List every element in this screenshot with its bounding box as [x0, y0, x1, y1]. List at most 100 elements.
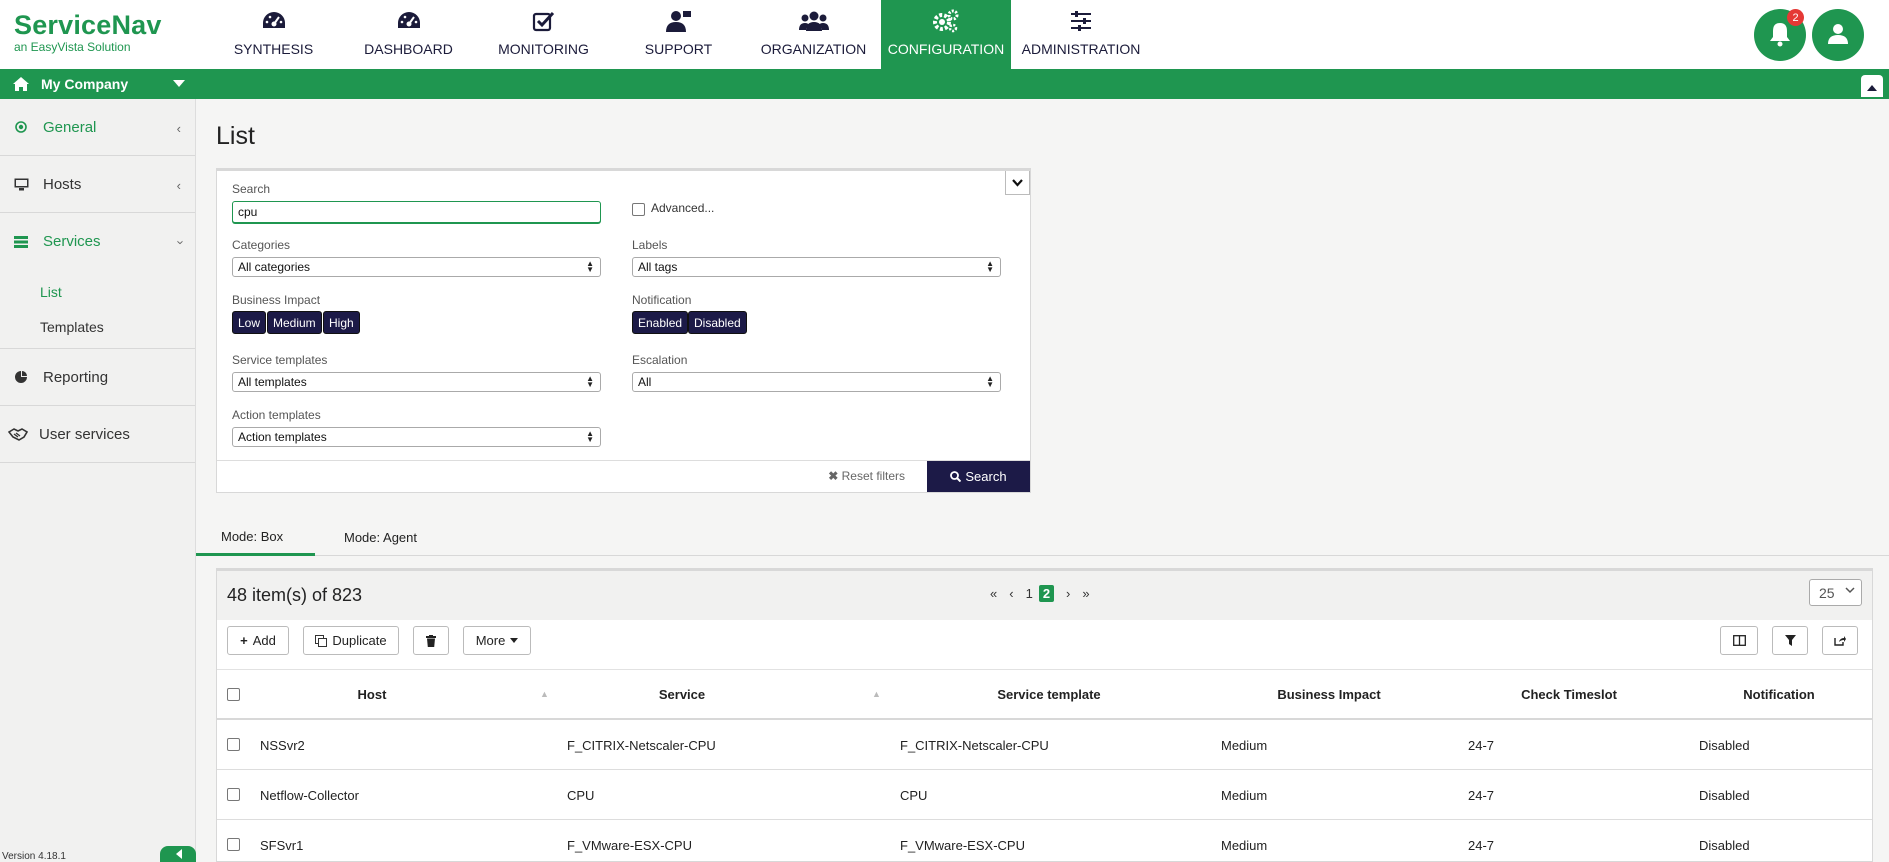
- notification-disabled-button[interactable]: Disabled: [688, 311, 747, 334]
- table-header-bar: 48 item(s) of 823 « ‹ 1 2 › » 25: [217, 571, 1872, 620]
- impact-low-button[interactable]: Low: [232, 311, 267, 334]
- search-button-label: Search: [965, 469, 1007, 484]
- delete-button[interactable]: [413, 626, 449, 655]
- user-menu-button[interactable]: [1812, 9, 1864, 61]
- row-checkbox[interactable]: [227, 738, 240, 751]
- add-button[interactable]: + Add: [227, 626, 289, 655]
- action-templates-select[interactable]: Action templates ▲ ▼: [232, 427, 601, 447]
- tab-mode-box[interactable]: Mode: Box: [196, 519, 315, 556]
- row-checkbox[interactable]: [227, 838, 240, 851]
- notification-enabled-button[interactable]: Enabled: [632, 311, 689, 334]
- notifications-button[interactable]: 2: [1754, 9, 1806, 61]
- support-user-icon: [665, 7, 693, 35]
- sidebar-item-label: Hosts: [43, 175, 82, 193]
- nav-support[interactable]: SUPPORT: [611, 0, 746, 69]
- cell-host: NSSvr2: [260, 737, 305, 753]
- tab-mode-agent[interactable]: Mode: Agent: [344, 519, 454, 556]
- categories-select[interactable]: All categories ▲ ▼: [232, 257, 601, 277]
- nav-dashboard[interactable]: DASHBOARD: [341, 0, 476, 69]
- column-header-notification[interactable]: Notification: [1689, 670, 1869, 719]
- cell-check-timeslot: 24-7: [1468, 787, 1495, 803]
- table-row[interactable]: Netflow-Collector CPU CPU Medium 24-7 Di…: [217, 770, 1872, 820]
- collapse-sidebar-button[interactable]: [160, 846, 196, 862]
- sidebar-item-hosts[interactable]: Hosts ‹: [0, 156, 195, 213]
- nav-administration[interactable]: ADMINISTRATION: [1011, 0, 1151, 69]
- service-templates-select[interactable]: All templates ▲ ▼: [232, 372, 601, 392]
- nav-organization[interactable]: ORGANIZATION: [746, 0, 881, 69]
- logo[interactable]: ServiceNav an EasyVista Solution: [14, 10, 162, 54]
- nav-monitoring[interactable]: MONITORING: [476, 0, 611, 69]
- select-all-checkbox[interactable]: [227, 688, 240, 701]
- categories-value: All categories: [238, 260, 311, 274]
- escalation-value: All: [638, 375, 652, 389]
- sort-icon[interactable]: ▲: [540, 689, 549, 699]
- column-header-check-timeslot[interactable]: Check Timeslot: [1449, 670, 1689, 719]
- reset-filters-label: Reset filters: [841, 469, 905, 483]
- sidebar-item-general[interactable]: General ‹: [0, 99, 195, 156]
- page-2-button[interactable]: 2: [1038, 585, 1055, 602]
- next-page-button[interactable]: ›: [1066, 586, 1070, 601]
- logo-tagline: an EasyVista Solution: [14, 40, 131, 54]
- notification-label: Notification: [632, 293, 692, 307]
- sidebar-subitem-list[interactable]: List: [0, 274, 195, 309]
- column-header-business-impact[interactable]: Business Impact: [1209, 670, 1449, 719]
- duplicate-button[interactable]: Duplicate: [303, 626, 399, 655]
- column-header-service[interactable]: Service: [557, 670, 807, 719]
- more-button[interactable]: More: [463, 626, 531, 655]
- sidebar-item-reporting[interactable]: Reporting: [0, 349, 195, 406]
- impact-medium-button[interactable]: Medium: [267, 311, 322, 334]
- sort-icon[interactable]: ▲: [872, 689, 881, 699]
- collapse-filters-button[interactable]: [1005, 171, 1030, 195]
- last-page-button[interactable]: »: [1082, 586, 1089, 601]
- collapse-header-button[interactable]: [1861, 75, 1883, 97]
- sidebar: General ‹ Hosts ‹ Services ‹ List Templa…: [0, 99, 196, 862]
- nav-synthesis[interactable]: SYNTHESIS: [206, 0, 341, 69]
- company-bar: My Company: [0, 69, 1889, 99]
- table-row[interactable]: NSSvr2 F_CITRIX-Netscaler-CPU F_CITRIX-N…: [217, 720, 1872, 770]
- select-arrows-icon: ▲ ▼: [986, 374, 994, 389]
- advanced-checkbox[interactable]: [632, 203, 645, 216]
- advanced-label[interactable]: Advanced...: [651, 201, 714, 215]
- per-page-select[interactable]: 25: [1809, 579, 1862, 606]
- first-page-button[interactable]: «: [990, 586, 997, 601]
- top-navbar: ServiceNav an EasyVista Solution SYNTHES…: [0, 0, 1889, 69]
- impact-high-button[interactable]: High: [323, 311, 360, 334]
- table-row[interactable]: SFSvr1 F_VMware-ESX-CPU F_VMware-ESX-CPU…: [217, 820, 1872, 861]
- search-button[interactable]: Search: [927, 461, 1030, 492]
- sidebar-subitem-templates[interactable]: Templates: [0, 309, 195, 344]
- column-header-service-template[interactable]: Service template: [889, 670, 1209, 719]
- row-checkbox[interactable]: [227, 788, 240, 801]
- column-header-host[interactable]: Host: [247, 670, 497, 719]
- cell-host: SFSvr1: [260, 837, 304, 853]
- cell-service: F_VMware-ESX-CPU: [567, 837, 692, 853]
- nav-label: ADMINISTRATION: [1021, 41, 1141, 57]
- chevron-up-icon: [1867, 79, 1877, 94]
- gauge-icon: [261, 7, 287, 35]
- sidebar-item-services[interactable]: Services ‹: [0, 213, 195, 270]
- reset-filters-button[interactable]: ✖ Reset filters: [828, 469, 905, 483]
- filter-button[interactable]: [1772, 626, 1808, 655]
- search-input[interactable]: cpu: [232, 201, 601, 223]
- cell-service-template: CPU: [900, 787, 928, 803]
- chevron-down-icon: ‹: [171, 240, 187, 245]
- gears-icon: [932, 7, 960, 35]
- chevron-left-icon: [175, 847, 182, 862]
- company-label: My Company: [41, 76, 129, 92]
- company-selector[interactable]: My Company: [13, 69, 185, 99]
- chevron-left-icon: ‹: [176, 178, 181, 193]
- export-button[interactable]: [1822, 626, 1858, 655]
- labels-select[interactable]: All tags ▲ ▼: [632, 257, 1001, 277]
- labels-label: Labels: [632, 238, 668, 252]
- escalation-select[interactable]: All ▲ ▼: [632, 372, 1001, 392]
- nav-configuration[interactable]: CONFIGURATION: [881, 0, 1011, 69]
- check-square-icon: [532, 7, 556, 35]
- labels-value: All tags: [638, 260, 678, 274]
- page-1-button[interactable]: 1: [1026, 586, 1033, 601]
- search-label: Search: [232, 182, 271, 196]
- share-icon: [1834, 635, 1846, 646]
- sidebar-item-user-services[interactable]: User services: [0, 406, 195, 463]
- sliders-icon: [1069, 7, 1093, 35]
- categories-label: Categories: [232, 238, 291, 252]
- columns-button[interactable]: [1720, 626, 1758, 655]
- prev-page-button[interactable]: ‹: [1009, 586, 1013, 601]
